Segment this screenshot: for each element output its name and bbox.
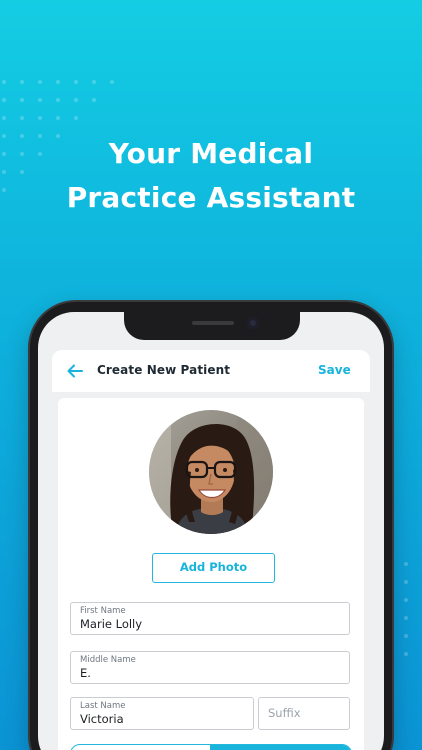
- segmented-toggle-active[interactable]: [210, 745, 351, 750]
- segmented-toggle[interactable]: [70, 744, 352, 750]
- phone-speaker: [192, 321, 234, 325]
- patient-avatar[interactable]: [149, 410, 273, 534]
- first-name-value: Marie Lolly: [80, 617, 143, 631]
- save-button[interactable]: Save: [318, 363, 351, 377]
- headline-line-1: Your Medical: [108, 137, 314, 170]
- last-name-label: Last Name: [80, 701, 126, 711]
- add-photo-button[interactable]: Add Photo: [152, 553, 275, 583]
- middle-name-value: E.: [80, 666, 91, 680]
- suffix-field[interactable]: Suffix: [258, 697, 350, 730]
- last-name-value: Victoria: [80, 712, 124, 726]
- first-name-field[interactable]: First Name Marie Lolly: [70, 602, 350, 635]
- middle-name-field[interactable]: Middle Name E.: [70, 651, 350, 684]
- suffix-placeholder: Suffix: [268, 706, 301, 720]
- avatar-photo: [149, 410, 273, 534]
- arrow-left-icon[interactable]: [66, 362, 84, 380]
- last-name-field[interactable]: Last Name Victoria: [70, 697, 254, 730]
- middle-name-label: Middle Name: [80, 655, 136, 665]
- first-name-label: First Name: [80, 606, 126, 616]
- phone-camera: [247, 317, 259, 329]
- headline-line-2: Practice Assistant: [66, 181, 356, 214]
- page-title: Create New Patient: [97, 363, 231, 377]
- promo-headline: Your Medical Practice Assistant: [0, 132, 422, 220]
